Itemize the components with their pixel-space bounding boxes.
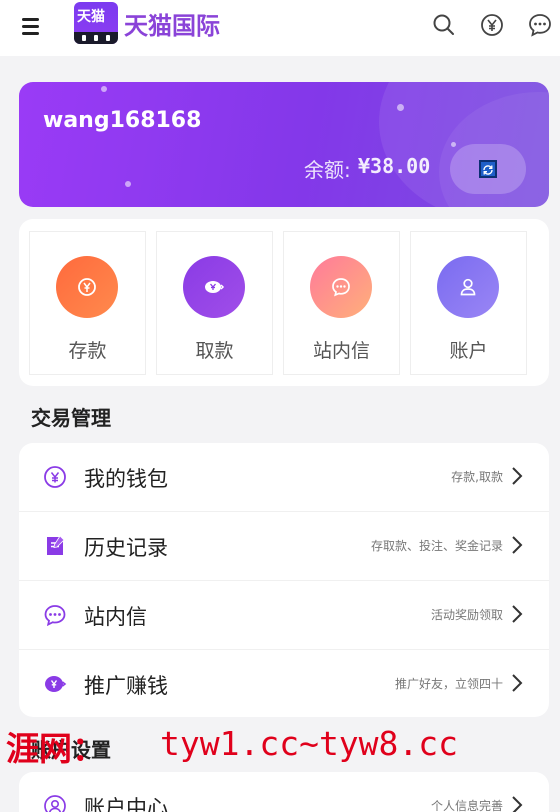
quick-actions-card: 存款 取款 站内信 账户 bbox=[19, 219, 549, 386]
balance-card: wang168168 余额: ¥38.00 bbox=[19, 82, 549, 207]
withdraw-icon bbox=[183, 256, 245, 318]
balance-label: 余额: bbox=[304, 158, 351, 182]
watermark-url-text: tyw1.cc~tyw8.cc bbox=[160, 724, 459, 763]
quick-action-deposit[interactable]: 存款 bbox=[29, 231, 146, 375]
search-icon[interactable] bbox=[431, 12, 457, 38]
balance-amount: ¥38.00 bbox=[358, 154, 431, 178]
username: wang168168 bbox=[43, 108, 202, 133]
menu-item-promote[interactable]: 推广赚钱 推广好友，立领四十 bbox=[19, 650, 549, 719]
menu-item-label: 历史记录 bbox=[84, 536, 168, 560]
quick-action-account[interactable]: 账户 bbox=[410, 231, 527, 375]
quick-action-label: 取款 bbox=[195, 340, 234, 362]
refresh-icon bbox=[479, 160, 497, 178]
section-title-trade: 交易管理 bbox=[31, 406, 111, 430]
chevron-right-icon bbox=[512, 467, 523, 485]
menu-item-messages[interactable]: 站内信 活动奖励领取 bbox=[19, 581, 549, 650]
message-icon bbox=[43, 603, 67, 627]
menu-item-label: 站内信 bbox=[84, 605, 147, 629]
menu-item-label: 账户中心 bbox=[84, 796, 168, 812]
menu-item-hint: 存款,取款 bbox=[451, 470, 503, 484]
menu-item-label: 推广赚钱 bbox=[84, 674, 168, 698]
tmall-logo-icon: 天猫 bbox=[74, 2, 118, 44]
quick-action-withdraw[interactable]: 取款 bbox=[156, 231, 273, 375]
chevron-right-icon bbox=[512, 674, 523, 692]
deposit-icon bbox=[56, 256, 118, 318]
logo-badge-text: 天猫 bbox=[77, 9, 105, 25]
menu-item-wallet[interactable]: 我的钱包 存款,取款 bbox=[19, 443, 549, 512]
refresh-balance-button[interactable] bbox=[450, 144, 526, 194]
menu-item-hint: 推广好友，立领四十 bbox=[394, 677, 503, 691]
quick-action-message[interactable]: 站内信 bbox=[283, 231, 400, 375]
account-menu-card: 账户中心 个人信息完善 bbox=[19, 772, 549, 812]
chevron-right-icon bbox=[512, 605, 523, 623]
chevron-right-icon bbox=[512, 796, 523, 812]
menu-icon[interactable] bbox=[20, 16, 44, 38]
top-header: 天猫 天猫国际 bbox=[0, 0, 560, 56]
quick-action-label: 存款 bbox=[68, 340, 107, 362]
history-icon bbox=[43, 534, 67, 558]
quick-action-label: 站内信 bbox=[312, 340, 370, 362]
trade-menu-card: 我的钱包 存款,取款 历史记录 存取款、投注、奖金记录 站内信 活动奖励领取 推… bbox=[19, 443, 549, 717]
user-icon bbox=[437, 256, 499, 318]
brand-name: 天猫国际 bbox=[124, 11, 220, 40]
section-title-account: 账户设置 bbox=[31, 738, 111, 762]
wallet-icon bbox=[43, 465, 67, 489]
menu-item-account-center[interactable]: 账户中心 个人信息完善 bbox=[19, 772, 549, 812]
menu-item-hint: 活动奖励领取 bbox=[430, 608, 503, 622]
menu-item-hint: 存取款、投注、奖金记录 bbox=[370, 539, 503, 553]
menu-item-history[interactable]: 历史记录 存取款、投注、奖金记录 bbox=[19, 512, 549, 581]
menu-item-hint: 个人信息完善 bbox=[430, 799, 503, 812]
brand-logo[interactable]: 天猫 天猫国际 bbox=[74, 2, 220, 44]
promote-icon bbox=[43, 672, 67, 696]
message-icon bbox=[310, 256, 372, 318]
yen-icon[interactable] bbox=[479, 12, 505, 38]
chevron-right-icon bbox=[512, 536, 523, 554]
quick-action-label: 账户 bbox=[449, 340, 488, 362]
chat-icon[interactable] bbox=[527, 12, 553, 38]
user-center-icon bbox=[43, 794, 67, 812]
menu-item-label: 我的钱包 bbox=[84, 467, 168, 491]
